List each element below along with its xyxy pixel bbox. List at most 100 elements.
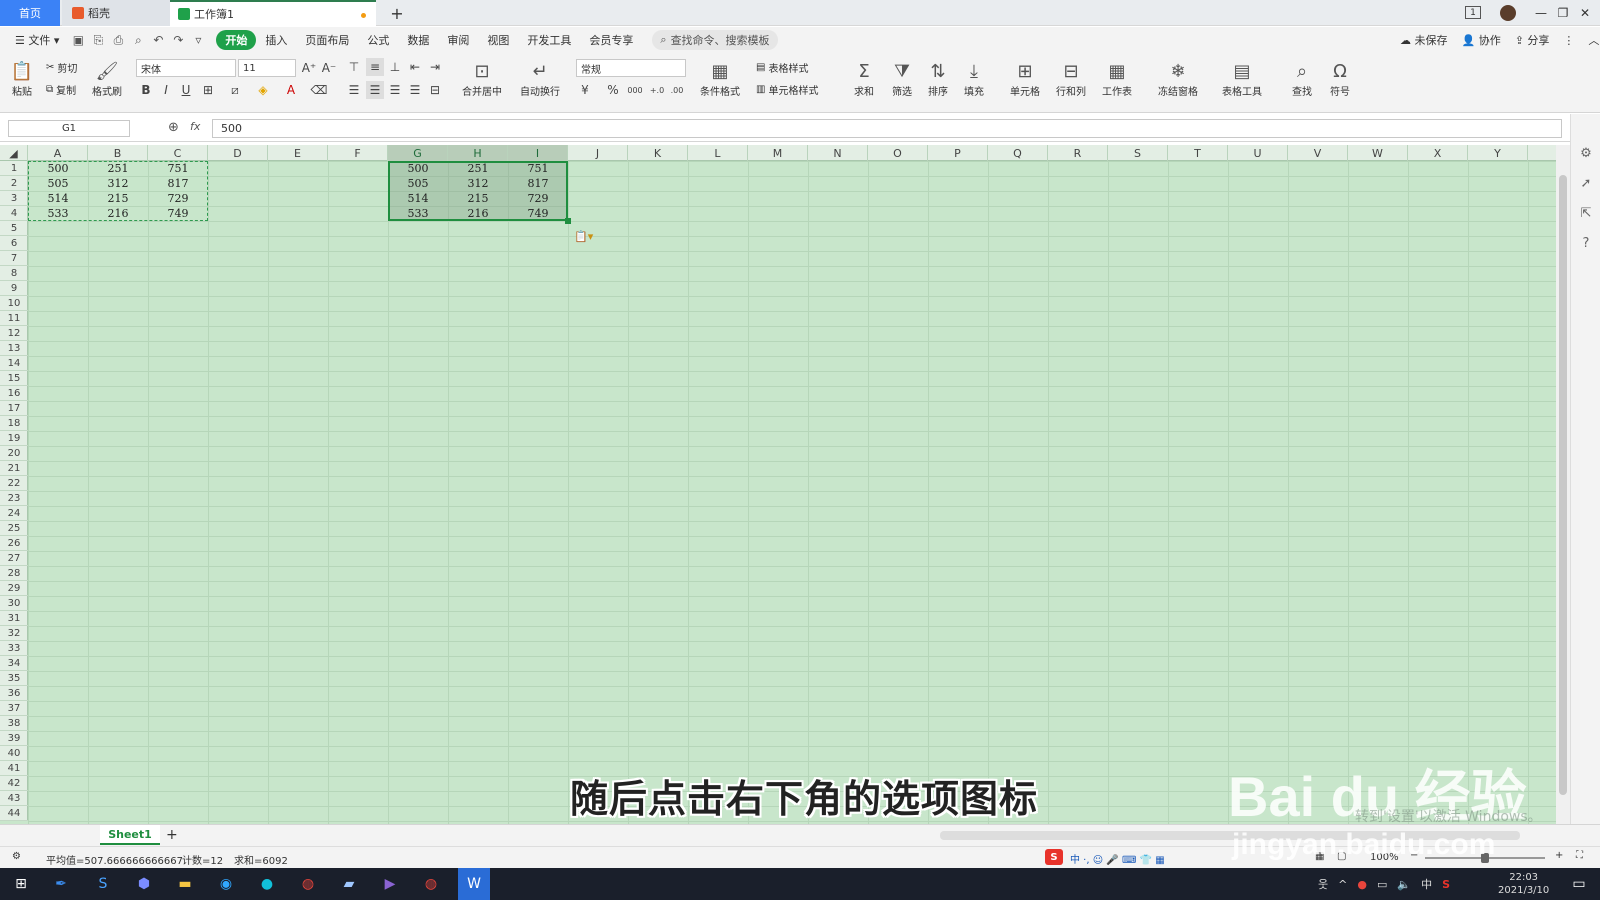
cut-button[interactable]: ✂ 剪切 <box>46 60 77 75</box>
select-all-corner[interactable]: ◢ <box>0 145 28 161</box>
source-cell[interactable]: 817 <box>148 176 208 191</box>
column-header-n[interactable]: N <box>808 145 868 161</box>
source-cell[interactable]: 505 <box>28 176 88 191</box>
column-header-f[interactable]: F <box>328 145 388 161</box>
pasted-cell[interactable]: 749 <box>508 206 568 221</box>
tray-network-icon[interactable]: ▭ <box>1377 878 1387 891</box>
row-col-button[interactable]: ⊟ 行和列 <box>1056 59 1086 99</box>
menu-formulas[interactable]: 公式 <box>358 30 398 50</box>
taskbar-qq-browser-icon[interactable]: ◉ <box>213 872 239 896</box>
source-cell[interactable]: 533 <box>28 206 88 221</box>
indent-increase-icon[interactable]: ⇥ <box>426 58 444 76</box>
cell-button[interactable]: ⊞ 单元格 <box>1010 59 1040 99</box>
row-header-43[interactable]: 43 <box>0 791 28 806</box>
increase-font-icon[interactable]: A⁺ <box>300 59 318 77</box>
clear-format-icon[interactable]: ⌫ <box>310 81 328 99</box>
vertical-scrollbar[interactable] <box>1556 145 1570 824</box>
diagonal-border-icon[interactable]: ⧄ <box>226 81 244 99</box>
font-family-select[interactable]: 宋体 <box>136 59 236 77</box>
align-bottom-icon[interactable]: ⊥ <box>386 58 404 76</box>
row-header-33[interactable]: 33 <box>0 641 28 656</box>
row-header-32[interactable]: 32 <box>0 626 28 641</box>
sheet-tab-sheet1[interactable]: Sheet1 <box>100 825 160 845</box>
taskbar-wps-icon[interactable]: W <box>458 868 490 900</box>
currency-button[interactable]: ¥ <box>576 81 594 99</box>
source-cell[interactable]: 312 <box>88 176 148 191</box>
source-cell[interactable]: 751 <box>148 161 208 176</box>
column-header-t[interactable]: T <box>1168 145 1228 161</box>
row-header-22[interactable]: 22 <box>0 476 28 491</box>
fill-handle[interactable] <box>565 218 571 224</box>
column-header-x[interactable]: X <box>1408 145 1468 161</box>
row-header-25[interactable]: 25 <box>0 521 28 536</box>
taskbar-folder-icon[interactable]: ▬ <box>172 872 198 896</box>
menu-data[interactable]: 数据 <box>398 30 438 50</box>
source-cell[interactable]: 215 <box>88 191 148 206</box>
row-header-6[interactable]: 6 <box>0 236 28 251</box>
italic-button[interactable]: I <box>157 81 175 99</box>
tray-volume-icon[interactable]: 🔈 <box>1397 878 1411 891</box>
pasted-cell[interactable]: 729 <box>508 191 568 206</box>
taskbar-notes-icon[interactable]: ▰ <box>336 872 362 896</box>
row-header-15[interactable]: 15 <box>0 371 28 386</box>
spreadsheet-grid[interactable]: ◢ ABCDEFGHIJKLMNOPQRSTUVWXY 1 2 3 4 5 6 7 8 9 10 1… <box>0 145 1556 824</box>
row-header-16[interactable]: 16 <box>0 386 28 401</box>
paste-button[interactable]: 📋 粘贴 <box>10 59 34 99</box>
row-header-2[interactable]: 2 <box>0 176 28 191</box>
pasted-cell[interactable]: 505 <box>388 176 448 191</box>
column-header-d[interactable]: D <box>208 145 268 161</box>
find-button[interactable]: ⌕ 查找 <box>1290 59 1314 99</box>
collab-button[interactable]: 👤 协作 <box>1462 32 1501 48</box>
border-icon[interactable]: ⊞ <box>199 81 217 99</box>
row-header-41[interactable]: 41 <box>0 761 28 776</box>
table-tools-button[interactable]: ▤ 表格工具 <box>1222 59 1262 99</box>
source-cell[interactable]: 500 <box>28 161 88 176</box>
fullscreen-icon[interactable]: ⛶ <box>1576 850 1583 861</box>
source-cell[interactable]: 216 <box>88 206 148 221</box>
sort-button[interactable]: ⇅ 排序 <box>926 59 950 99</box>
row-header-39[interactable]: 39 <box>0 731 28 746</box>
row-header-36[interactable]: 36 <box>0 686 28 701</box>
align-left-icon[interactable]: ☰ <box>345 81 363 99</box>
thousands-button[interactable]: 000 <box>626 81 644 99</box>
column-header-l[interactable]: L <box>688 145 748 161</box>
format-painter-button[interactable]: 🖌 格式刷 <box>92 59 122 99</box>
unsaved-button[interactable]: ☁ 未保存 <box>1400 32 1448 48</box>
close-button[interactable]: ✕ <box>1574 4 1596 22</box>
window-count-badge[interactable]: 1 <box>1465 6 1481 19</box>
column-header-k[interactable]: K <box>628 145 688 161</box>
row-header-44[interactable]: 44 <box>0 806 28 821</box>
justify-icon[interactable]: ☰ <box>406 81 424 99</box>
sum-button[interactable]: Σ 求和 <box>852 59 876 99</box>
merge-center-button[interactable]: ⊡ 合并居中 <box>462 59 502 99</box>
column-header-c[interactable]: C <box>148 145 208 161</box>
ime-toolbar[interactable]: 中 ·, ☺ 🎤 ⌨ 👕 ▦ <box>1070 851 1165 866</box>
taskbar-clock[interactable]: 22:03 2021/3/10 <box>1498 868 1549 900</box>
row-header-17[interactable]: 17 <box>0 401 28 416</box>
row-header-4[interactable]: 4 <box>0 206 28 221</box>
row-header-28[interactable]: 28 <box>0 566 28 581</box>
customize-chevron-icon[interactable]: ▿ <box>188 30 208 50</box>
name-box[interactable]: G1 <box>8 120 130 137</box>
cell-area[interactable]: 500 251 751 505 312 817 514 215 729 533 216 749 500 2… <box>28 161 1556 824</box>
row-header-20[interactable]: 20 <box>0 446 28 461</box>
collapse-ribbon-icon[interactable]: ︿ <box>1588 32 1599 48</box>
pasted-cell[interactable]: 751 <box>508 161 568 176</box>
pasted-cell[interactable]: 312 <box>448 176 508 191</box>
increase-decimal-button[interactable]: +.0 <box>648 81 666 99</box>
freeze-panes-button[interactable]: ❄ 冻结窗格 <box>1158 59 1198 99</box>
align-center-icon[interactable]: ☰ <box>366 81 384 99</box>
row-header-42[interactable]: 42 <box>0 776 28 791</box>
tray-chevron-icon[interactable]: ^ <box>1338 878 1347 891</box>
paste-options-icon[interactable]: 📋▾ <box>574 229 594 243</box>
taskbar-chrome-icon[interactable]: ◍ <box>295 872 321 896</box>
column-header-s[interactable]: S <box>1108 145 1168 161</box>
bold-button[interactable]: B <box>137 81 155 99</box>
percent-button[interactable]: % <box>604 81 622 99</box>
column-header-i[interactable]: I <box>508 145 568 161</box>
number-format-select[interactable]: 常规 <box>576 59 686 77</box>
menu-member[interactable]: 会员专享 <box>580 30 642 50</box>
column-header-y[interactable]: Y <box>1468 145 1528 161</box>
file-menu[interactable]: ☰ 文件 ▾ <box>6 30 68 50</box>
column-header-r[interactable]: R <box>1048 145 1108 161</box>
